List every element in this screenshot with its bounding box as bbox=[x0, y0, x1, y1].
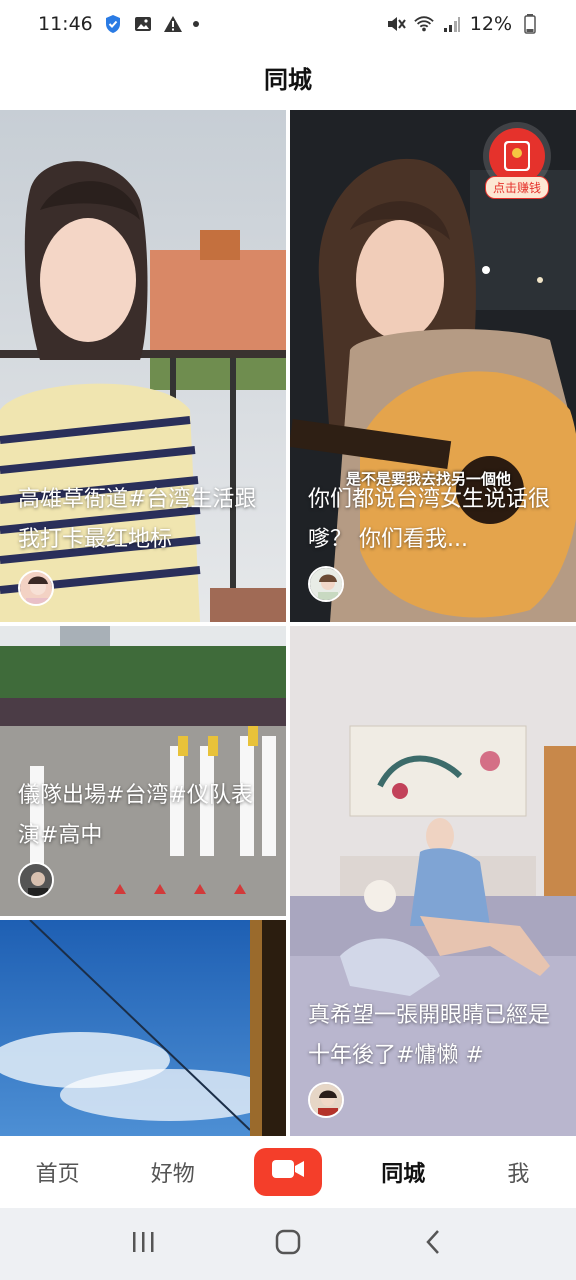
author-avatar[interactable] bbox=[308, 1082, 344, 1118]
nav-item-goods[interactable]: 好物 bbox=[115, 1156, 230, 1188]
reward-badge[interactable]: 点击赚钱 bbox=[480, 128, 554, 202]
video-feed[interactable]: 高雄草衙道#台湾生活跟我打卡最红地标 点击赚钱 是不是要我去找另一個他 你们都说… bbox=[0, 108, 576, 1136]
video-caption: 你们都说台湾女生说话很嗲？ 你们看我... bbox=[308, 487, 551, 552]
recent-apps-button[interactable] bbox=[123, 1224, 163, 1264]
home-icon bbox=[275, 1229, 301, 1259]
signal-icon bbox=[442, 14, 462, 34]
bottom-nav: 首页 好物 同城 我 bbox=[0, 1136, 576, 1208]
video-caption: 儀隊出場#台湾#仪队表演#高中 bbox=[18, 783, 253, 848]
video-thumbnail bbox=[0, 920, 286, 1136]
status-time: 11:46 bbox=[38, 13, 93, 35]
nav-record[interactable] bbox=[230, 1148, 345, 1196]
system-nav-bar bbox=[0, 1208, 576, 1280]
wifi-icon bbox=[414, 14, 434, 34]
video-card[interactable]: 点击赚钱 是不是要我去找另一個他 你们都说台湾女生说话很嗲？ 你们看我... bbox=[290, 110, 576, 622]
author-avatar[interactable] bbox=[308, 566, 344, 602]
reward-badge-label: 点击赚钱 bbox=[484, 176, 549, 199]
page-title: 同城 bbox=[264, 65, 312, 94]
back-button[interactable] bbox=[413, 1224, 453, 1264]
nav-item-nearby[interactable]: 同城 bbox=[346, 1156, 461, 1188]
nav-item-me[interactable]: 我 bbox=[461, 1156, 576, 1188]
record-button[interactable] bbox=[254, 1148, 322, 1196]
video-card[interactable] bbox=[0, 920, 286, 1136]
recent-apps-icon bbox=[130, 1230, 156, 1258]
image-icon bbox=[133, 14, 153, 34]
home-button[interactable] bbox=[268, 1224, 308, 1264]
warning-icon bbox=[163, 14, 183, 34]
video-card[interactable]: 儀隊出場#台湾#仪队表演#高中 bbox=[0, 626, 286, 916]
video-card[interactable]: 高雄草衙道#台湾生活跟我打卡最红地标 bbox=[0, 110, 286, 622]
status-bar: 11:46 12% bbox=[0, 0, 576, 48]
notification-dot-icon bbox=[192, 21, 199, 27]
video-caption: 高雄草衙道#台湾生活跟我打卡最红地标 bbox=[18, 487, 257, 552]
battery-icon bbox=[520, 14, 540, 34]
page-header: 同城 bbox=[0, 48, 576, 106]
video-card[interactable]: 真希望一張開眼睛已經是十年後了#慵懒 # bbox=[290, 626, 576, 1136]
author-avatar[interactable] bbox=[18, 570, 54, 606]
mute-icon bbox=[386, 14, 406, 34]
video-camera-icon bbox=[270, 1156, 306, 1188]
nav-item-home[interactable]: 首页 bbox=[0, 1156, 115, 1188]
author-avatar[interactable] bbox=[18, 862, 54, 898]
back-chevron-icon bbox=[424, 1229, 442, 1259]
battery-percent: 12% bbox=[469, 13, 512, 35]
shield-icon bbox=[103, 14, 123, 34]
video-caption: 真希望一張開眼睛已經是十年後了#慵懒 # bbox=[308, 1003, 551, 1068]
